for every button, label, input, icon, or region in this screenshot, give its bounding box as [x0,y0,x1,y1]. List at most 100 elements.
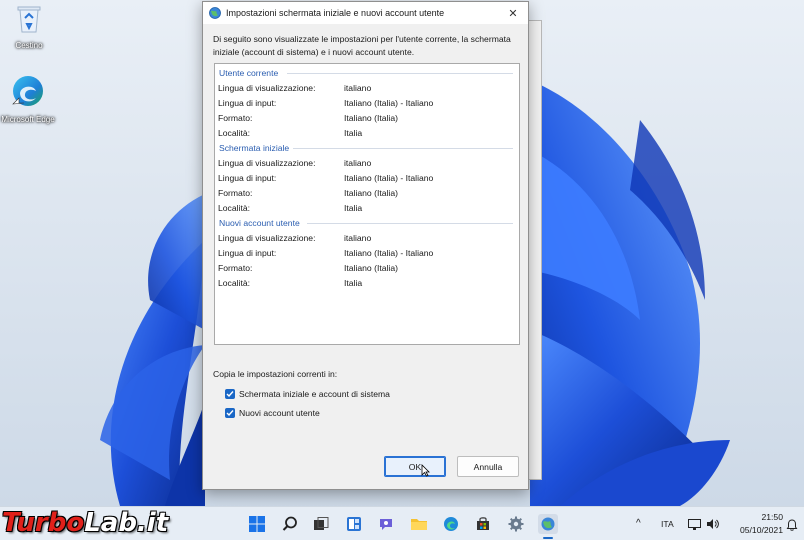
group-current-user: Utente corrente Lingua di visualizzazion… [215,67,519,141]
copy-settings-label: Copia le impostazioni correnti in: [213,369,338,379]
settings-summary-panel[interactable]: Utente corrente Lingua di visualizzazion… [214,63,520,345]
group-header: Utente corrente [219,68,279,78]
chat-icon [380,519,392,530]
setting-row: Formato: Italiano (Italia) [215,111,519,125]
store-icon [477,517,489,530]
setting-row: Lingua di visualizzazione: italiano [215,156,519,170]
setting-value: Italiano (Italia) - Italiano [344,173,434,183]
start-icon [249,516,265,532]
widgets-icon [347,517,361,531]
setting-row: Lingua di visualizzazione: italiano [215,81,519,95]
edge-taskbar-button[interactable] [441,514,461,534]
file-explorer-icon [411,519,427,530]
search-button[interactable] [280,514,300,534]
clock-date[interactable]: 05/10/2021 [726,525,783,535]
checkbox-new-user-accounts[interactable]: Nuovi account utente [225,406,320,419]
group-divider [287,73,513,74]
setting-value: Italia [344,278,363,288]
setting-row: Lingua di input: Italiano (Italia) - Ita… [215,171,519,185]
widgets-button[interactable] [344,514,364,534]
setting-key: Lingua di visualizzazione: [218,158,316,168]
notification-icon[interactable] [786,519,798,531]
task-view-icon [314,517,329,530]
settings-icon [508,516,524,532]
regional-settings-dialog: Impostazioni schermata iniziale e nuovi … [202,1,529,490]
group-welcome-screen: Schermata iniziale Lingua di visualizzaz… [215,142,519,216]
clock-time[interactable]: 21:50 [743,512,783,522]
dialog-title: Impostazioni schermata iniziale e nuovi … [226,8,445,18]
globe-icon [209,7,221,19]
setting-key: Formato: [218,263,253,273]
setting-value: Italia [344,203,363,213]
region-settings-icon [541,517,555,531]
file-explorer-button[interactable] [409,514,429,534]
setting-value: Italiano (Italia) [344,113,398,123]
group-divider [307,223,513,224]
mouse-cursor-icon [421,464,430,477]
setting-row: Località: Italia [215,201,519,215]
setting-row: Formato: Italiano (Italia) [215,261,519,275]
start-button[interactable] [247,514,267,534]
desktop-icon-label: Cestino [15,41,43,50]
close-icon: ✕ [508,7,518,20]
desktop-icon-label: Microsoft Edge [1,115,55,124]
active-app-indicator [543,537,553,539]
setting-key: Lingua di visualizzazione: [218,233,316,243]
setting-key: Formato: [218,188,253,198]
input-language-indicator[interactable]: ITA [661,519,674,529]
setting-key: Lingua di input: [218,173,277,183]
edge-icon [1,74,55,111]
settings-button[interactable] [506,514,526,534]
desktop-icon-recycle-bin[interactable]: Cestino [1,4,57,51]
volume-icon[interactable] [706,518,719,530]
title-bar[interactable]: Impostazioni schermata iniziale e nuovi … [203,2,528,24]
group-divider [293,148,513,149]
recycle-bin-icon [1,4,57,37]
store-button[interactable] [473,514,493,534]
checkbox-checked-icon[interactable] [225,388,235,399]
intro-text: Di seguito sono visualizzate le impostaz… [213,34,511,57]
setting-key: Lingua di input: [218,98,277,108]
group-new-user-accounts: Nuovi account utente Lingua di visualizz… [215,217,519,291]
setting-value: italiano [344,83,372,93]
tray-chevron-icon[interactable]: ^ [636,518,641,529]
setting-key: Lingua di input: [218,248,277,258]
watermark-part-2: Lab.it [84,508,169,538]
turbolab-watermark-logo: TurboLab.it [2,508,168,538]
setting-row: Formato: Italiano (Italia) [215,186,519,200]
checkbox-checked-icon[interactable] [225,407,235,418]
chat-button[interactable] [376,514,396,534]
setting-key: Località: [218,278,251,288]
setting-row: Località: Italia [215,276,519,290]
checkbox-label[interactable]: Schermata iniziale e account di sistema [239,389,390,399]
setting-key: Località: [218,203,251,213]
setting-key: Località: [218,128,251,138]
watermark-part-1: Turbo [2,508,85,538]
setting-row: Località: Italia [215,126,519,140]
cancel-button[interactable]: Annulla [457,456,519,477]
setting-value: Italiano (Italia) - Italiano [344,248,434,258]
setting-value: Italia [344,128,363,138]
group-header: Schermata iniziale [219,143,290,153]
setting-row: Lingua di input: Italiano (Italia) - Ita… [215,246,519,260]
checkbox-welcome-screen[interactable]: Schermata iniziale e account di sistema [225,387,390,400]
setting-value: italiano [344,158,372,168]
search-icon [282,516,297,531]
ok-button[interactable]: OK [384,456,446,477]
setting-value: italiano [344,233,372,243]
setting-value: Italiano (Italia) [344,188,398,198]
checkbox-label[interactable]: Nuovi account utente [239,408,320,418]
group-header: Nuovi account utente [219,218,300,228]
setting-value: Italiano (Italia) - Italiano [344,98,434,108]
network-icon[interactable] [688,519,701,530]
region-settings-button[interactable] [538,514,558,534]
close-button[interactable]: ✕ [498,2,528,24]
edge-icon [444,517,458,531]
setting-key: Formato: [218,113,253,123]
setting-value: Italiano (Italia) [344,263,398,273]
setting-row: Lingua di visualizzazione: italiano [215,231,519,245]
setting-row: Lingua di input: Italiano (Italia) - Ita… [215,96,519,110]
desktop-icon-edge[interactable]: Microsoft Edge [1,74,55,125]
task-view-button[interactable] [311,514,331,534]
setting-key: Lingua di visualizzazione: [218,83,316,93]
